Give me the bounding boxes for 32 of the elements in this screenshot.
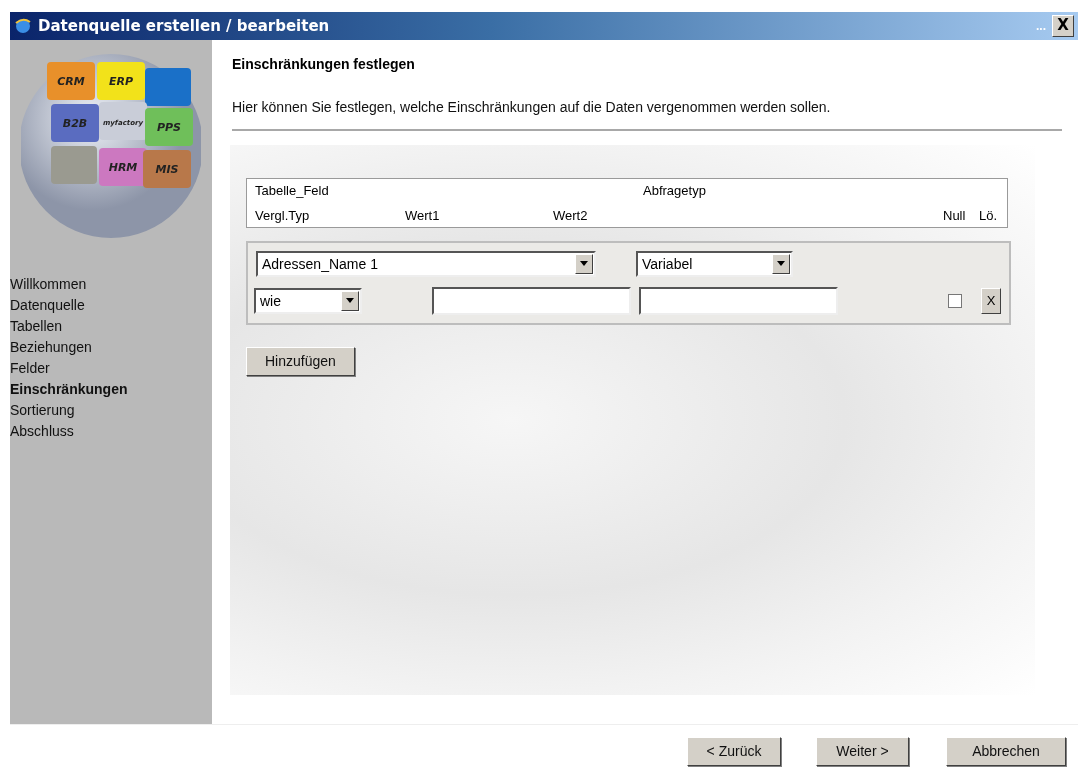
null-checkbox[interactable] bbox=[948, 293, 962, 308]
sidebar-item[interactable]: Willkommen bbox=[10, 273, 87, 295]
sidebar-item[interactable]: Abschluss bbox=[10, 420, 74, 442]
wizard-button[interactable]: Abbrechen bbox=[946, 736, 1066, 766]
sidebar-item[interactable]: Sortierung bbox=[10, 399, 75, 421]
description-text: Hier können Sie festlegen, welche Einschränkungen auf die Daten vergenommen werden sollen. bbox=[232, 98, 832, 115]
page-heading: Einschränkungen festlegen bbox=[232, 55, 416, 72]
overflow-dots: ... bbox=[1036, 19, 1046, 33]
query-type-dropdown[interactable]: Variabel bbox=[636, 250, 793, 277]
window-title: Datenquelle erstellen / bearbeiten bbox=[38, 17, 331, 35]
wizard-button[interactable]: < Zurück bbox=[687, 736, 781, 766]
field-dropdown[interactable]: Adressen_Name 1 bbox=[256, 250, 596, 277]
sidebar-item[interactable]: Einschränkungen bbox=[10, 378, 128, 400]
sidebar-item[interactable]: Beziehungen bbox=[10, 336, 92, 358]
column-header: Wert1 bbox=[405, 207, 441, 223]
comparison-dropdown[interactable]: wie bbox=[254, 287, 362, 314]
sidebar-item[interactable]: Felder bbox=[10, 357, 50, 379]
wizard-button[interactable]: Weiter > bbox=[816, 736, 909, 766]
value-input[interactable] bbox=[639, 286, 838, 315]
column-header: Vergl.Typ bbox=[255, 207, 311, 223]
column-header: Tabelle_Feld bbox=[255, 182, 330, 198]
sidebar-item[interactable]: Datenquelle bbox=[10, 294, 85, 316]
sidebar-item[interactable]: Tabellen bbox=[10, 315, 63, 337]
delete-button[interactable]: X bbox=[981, 287, 1001, 314]
browser-icon bbox=[14, 17, 32, 35]
value-input[interactable] bbox=[432, 286, 631, 315]
add-button[interactable]: Hinzufügen bbox=[246, 346, 355, 376]
column-header: Lö. bbox=[979, 207, 999, 223]
close-button[interactable]: X bbox=[1052, 15, 1074, 37]
column-header: Null bbox=[943, 207, 967, 223]
column-header: Abfragetyp bbox=[643, 182, 707, 198]
column-header: Wert2 bbox=[553, 207, 589, 223]
